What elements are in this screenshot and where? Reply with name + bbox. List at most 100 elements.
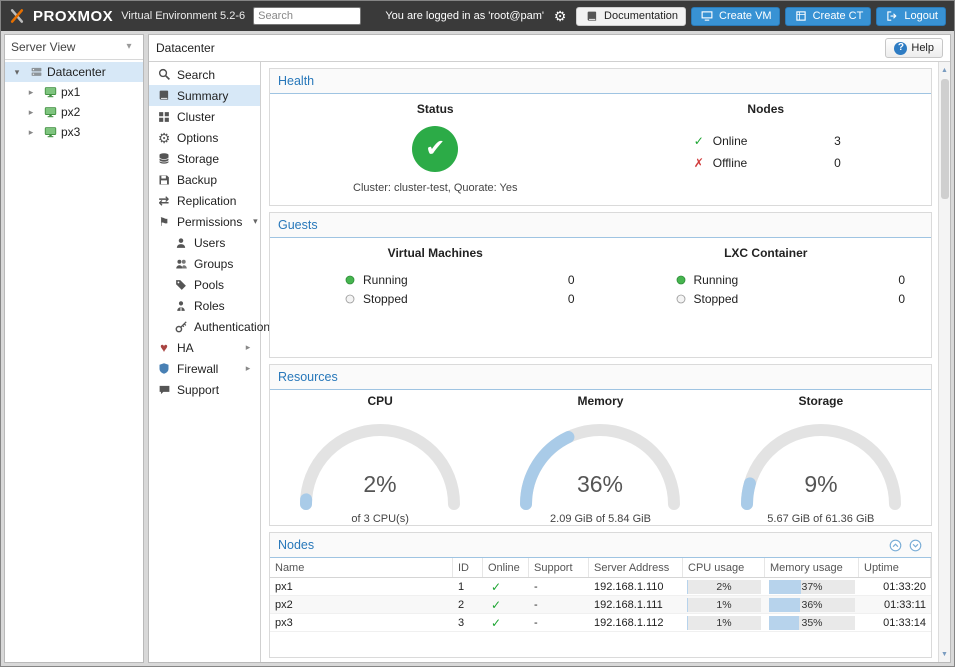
guest-row-value: 0	[568, 292, 575, 306]
gauge-arc: 2%	[290, 414, 470, 513]
nav-item-label: Cluster	[177, 110, 215, 124]
memory-usage-bar: 36%	[769, 598, 855, 612]
user-settings-gear-icon[interactable]: ⚙	[552, 9, 568, 23]
datacenter-icon	[28, 66, 44, 78]
tree-item-px3[interactable]: ▸px3	[5, 122, 143, 142]
resources-panel-header: Resources	[270, 365, 931, 390]
documentation-button[interactable]: Documentation	[576, 7, 686, 26]
svg-text:9%: 9%	[804, 471, 837, 497]
column-header-memory-usage[interactable]: Memory usage	[765, 558, 859, 577]
nav-item-support[interactable]: Support	[149, 379, 260, 400]
nav-item-ha[interactable]: ♥HA▸	[149, 337, 260, 358]
nav-item-firewall[interactable]: Firewall▸	[149, 358, 260, 379]
nav-item-label: Support	[177, 383, 219, 397]
nav-item-label: Backup	[177, 173, 217, 187]
nav-item-roles[interactable]: Roles	[149, 295, 260, 316]
tree-item-px1[interactable]: ▸px1	[5, 82, 143, 102]
expander-icon[interactable]: ▸	[23, 108, 39, 117]
scrollbar-thumb[interactable]	[941, 79, 949, 199]
nav-item-label: Permissions	[177, 215, 242, 229]
nav-item-pools[interactable]: Pools	[149, 274, 260, 295]
brand-name: PROXMOX	[33, 8, 113, 25]
scroll-up-icon[interactable]: ▲	[937, 62, 953, 78]
column-header-online[interactable]: Online	[483, 558, 529, 577]
running-icon	[342, 275, 358, 285]
cpu-usage-text: 1%	[687, 616, 761, 630]
expander-icon[interactable]: ▸	[23, 128, 39, 137]
nav-item-groups[interactable]: Groups	[149, 253, 260, 274]
tree-item-datacenter[interactable]: ▾Datacenter	[5, 62, 143, 82]
gauge-label: CPU	[367, 394, 392, 408]
nav-item-backup[interactable]: Backup	[149, 169, 260, 190]
create-ct-button[interactable]: Create CT	[785, 7, 872, 26]
book-icon	[156, 89, 172, 102]
scroll-down-icon[interactable]: ▼	[937, 646, 953, 662]
logout-button[interactable]: Logout	[876, 7, 946, 26]
logout-icon	[884, 10, 900, 22]
nav-item-permissions[interactable]: ⚑Permissions▾	[149, 211, 260, 232]
nav-item-label: Search	[177, 68, 215, 82]
guest-row-value: 0	[568, 273, 575, 287]
gauge-arc: 9%	[731, 414, 911, 513]
stopped-icon	[342, 294, 358, 304]
column-header-uptime[interactable]: Uptime	[859, 558, 931, 577]
nav-item-search[interactable]: Search	[149, 64, 260, 85]
nodes-title: Nodes	[747, 102, 784, 116]
table-row-px2[interactable]: px22✓-192.168.1.1111%36%01:33:11	[270, 596, 931, 614]
ha-icon: ♥	[156, 341, 172, 354]
status-title: Status	[417, 102, 454, 116]
column-header-cpu-usage[interactable]: CPU usage	[683, 558, 765, 577]
table-row-px3[interactable]: px33✓-192.168.1.1121%35%01:33:14	[270, 614, 931, 632]
node-cpu-cell: 2%	[683, 578, 765, 595]
nav-item-users[interactable]: Users	[149, 232, 260, 253]
user-icon	[173, 237, 189, 249]
expander-icon[interactable]: ▾	[9, 68, 25, 77]
health-panel-header: Health	[270, 69, 931, 94]
node-online-cell: ✓	[483, 596, 529, 613]
resources-panel: Resources CPU2%of 3 CPU(s)Memory36%2.09 …	[269, 364, 932, 526]
nav-item-cluster[interactable]: Cluster	[149, 106, 260, 127]
nav-item-options[interactable]: ⚙Options	[149, 127, 260, 148]
column-header-id[interactable]: ID	[453, 558, 483, 577]
server-view-panel: Server View ▾ ▾Datacenter▸px1▸px2▸px3	[4, 34, 144, 663]
column-header-support[interactable]: Support	[529, 558, 589, 577]
nav-item-summary[interactable]: Summary	[149, 85, 260, 106]
expand-down-icon[interactable]	[907, 539, 923, 552]
collapse-up-icon[interactable]	[887, 539, 903, 552]
cluster-status-caption: Cluster: cluster-test, Quorate: Yes	[353, 182, 517, 194]
nav-item-label: Replication	[177, 194, 236, 208]
nav-item-authentication[interactable]: Authentication	[149, 316, 260, 337]
top-header-bar: PROXMOX Virtual Environment 5.2-6 You ar…	[1, 1, 954, 31]
check-white-icon: ✔	[427, 137, 443, 161]
table-row-px1[interactable]: px11✓-192.168.1.1102%37%01:33:20	[270, 578, 931, 596]
button-label: Create VM	[719, 10, 772, 22]
create-vm-button[interactable]: Create VM	[691, 7, 780, 26]
global-search-input[interactable]	[253, 7, 361, 25]
guest-row-stopped: Stopped0	[673, 289, 906, 308]
panel-title: Guests	[278, 218, 318, 232]
guest-group-title: Virtual Machines	[270, 246, 601, 260]
panel-title: Health	[278, 74, 314, 88]
nav-item-storage[interactable]: Storage	[149, 148, 260, 169]
gauge-storage: Storage9%5.67 GiB of 61.36 GiB	[731, 394, 911, 525]
cpu-usage-bar: 1%	[687, 616, 761, 630]
help-button[interactable]: ? Help	[885, 38, 943, 58]
view-selector-label: Server View	[11, 40, 75, 54]
tree-item-px2[interactable]: ▸px2	[5, 102, 143, 122]
memory-usage-text: 35%	[769, 616, 855, 630]
expander-icon[interactable]: ▸	[23, 88, 39, 97]
column-header-name[interactable]: Name	[270, 558, 453, 577]
column-header-server-address[interactable]: Server Address	[589, 558, 683, 577]
node-address-cell: 192.168.1.112	[589, 614, 683, 631]
gauge-label: Memory	[577, 394, 623, 408]
cube-icon	[793, 10, 809, 22]
search-icon	[156, 68, 172, 81]
nav-item-replication[interactable]: ⇄Replication	[149, 190, 260, 211]
content-scrollbar[interactable]: ▲ ▼	[938, 62, 950, 662]
book-icon	[584, 10, 600, 23]
view-selector-dropdown[interactable]: Server View ▾	[5, 35, 143, 60]
health-row-offline: ✗Offline0	[691, 152, 841, 174]
guest-row-stopped: Stopped0	[342, 289, 575, 308]
cpu-usage-bar: 1%	[687, 598, 761, 612]
nav-item-label: Summary	[177, 89, 228, 103]
